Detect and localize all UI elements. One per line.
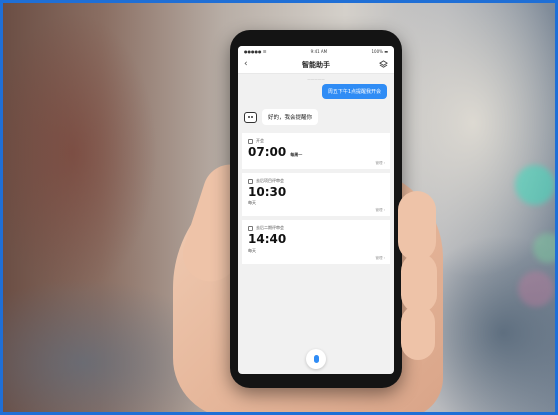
finger	[401, 253, 437, 313]
bot-message-row: 好的，我会提醒你	[244, 109, 388, 125]
photo-background: ●●●●● ☰ 9:41 AM 100% ▬ ‹ 智能助手 ————— 周五下午…	[3, 3, 555, 412]
layers-icon[interactable]	[379, 60, 388, 69]
reminder-card[interactable]: 开会 07:00 每周一 管理 ›	[242, 133, 390, 170]
chevron-left-icon[interactable]: ‹	[244, 59, 248, 69]
manage-link[interactable]: 管理 ›	[375, 208, 385, 213]
reminder-title: 去后项目评审会	[256, 178, 284, 184]
reminder-header: 去后二期评审会	[248, 225, 384, 231]
smartphone: ●●●●● ☰ 9:41 AM 100% ▬ ‹ 智能助手 ————— 周五下午…	[230, 30, 402, 388]
status-time: 9:41 AM	[310, 48, 328, 54]
manage-link[interactable]: 管理 ›	[375, 161, 385, 166]
nav-bar: ‹ 智能助手	[238, 56, 394, 74]
carrier-signal: ●●●●● ☰	[244, 48, 267, 54]
message-timestamp: —————	[307, 77, 325, 81]
reminder-card[interactable]: 去后二期评审会 14:40 每天 管理 ›	[242, 220, 390, 264]
voice-input-button[interactable]	[306, 349, 326, 369]
finger	[398, 191, 436, 261]
robot-icon	[244, 111, 257, 123]
finger	[401, 305, 435, 360]
phone-screen: ●●●●● ☰ 9:41 AM 100% ▬ ‹ 智能助手 ————— 周五下午…	[238, 46, 394, 374]
manage-link[interactable]: 管理 ›	[375, 256, 385, 261]
bokeh-light	[515, 165, 555, 205]
battery-indicator: 100% ▬	[371, 48, 388, 54]
reminder-repeat: 每周一	[290, 152, 303, 157]
reminder-title: 去后二期评审会	[256, 225, 284, 231]
reminder-card[interactable]: 去后项目评审会 10:30 每天 管理 ›	[242, 173, 390, 217]
calendar-icon	[248, 225, 253, 231]
card-spacer	[248, 206, 384, 212]
bokeh-light	[518, 271, 554, 307]
page-title: 智能助手	[302, 60, 330, 69]
reminder-title: 开会	[256, 138, 264, 143]
user-message-bubble: 周五下午1点提醒我开会	[321, 84, 387, 99]
microphone-icon	[313, 355, 319, 363]
calendar-icon	[248, 138, 253, 144]
reminder-time-row: 07:00 每周一	[248, 144, 384, 159]
status-bar: ●●●●● ☰ 9:41 AM 100% ▬	[238, 46, 394, 56]
reminder-time: 14:40	[248, 232, 287, 247]
bot-message-bubble: 好的，我会提醒你	[262, 109, 319, 125]
reminder-time: 10:30	[248, 185, 287, 200]
card-spacer	[248, 159, 384, 165]
reminder-time: 07:00	[248, 145, 287, 159]
calendar-icon	[248, 178, 253, 184]
card-spacer	[248, 254, 384, 260]
bokeh-light	[533, 233, 555, 263]
reminder-header: 去后项目评审会	[248, 178, 384, 184]
